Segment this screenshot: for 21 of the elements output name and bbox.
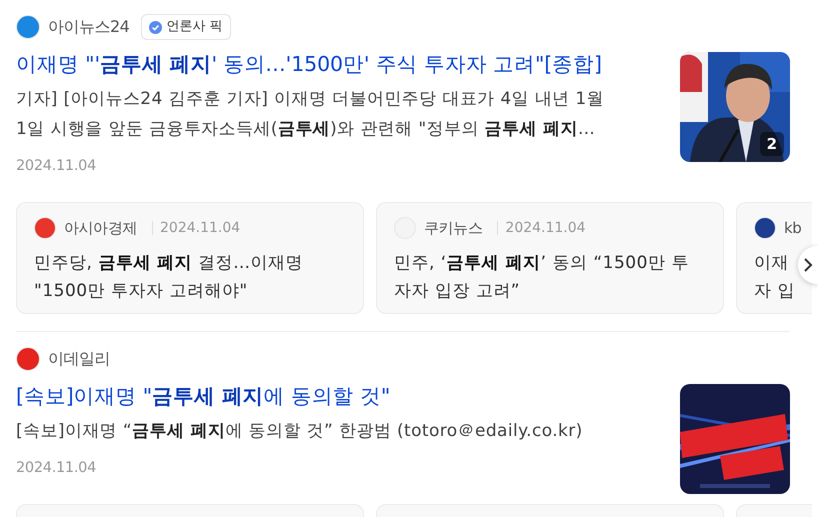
image-count: 2 xyxy=(760,132,784,156)
card-headline: 민주당, 금투세 폐지 결정…이재명 "1500만 투자자 고려해야" xyxy=(34,252,304,304)
press-pick-badge: 언론사 픽 xyxy=(141,14,230,40)
source-name[interactable]: 아이뉴스24 xyxy=(48,15,130,39)
headline-link[interactable]: 이재명 "'금투세 폐지' 동의…'1500만' 주식 투자자 고려"[종합] xyxy=(16,50,664,78)
related-article-card[interactable]: 쿠키뉴스 2024.11.04 민주, ‘금투세 폐지’ 동의 “1500만 투 자자 입장 고려” xyxy=(376,202,724,314)
article-date: 2024.11.04 xyxy=(16,157,98,176)
article-summary: 기자] [아이뉴스24 김주훈 기자] 이재명 더불어민주당 대표가 4일 내년 1월 1일 시행을 앞둔 금융투자소득세(금투세)와 관련해 "정부의 금투세 폐지… xyxy=(16,88,605,141)
source-name[interactable]: 이데일리 xyxy=(48,346,110,371)
source-name: 아시아경제 xyxy=(64,218,138,239)
headline-link[interactable]: [속보]이재명 "금투세 폐지에 동의할 것" xyxy=(16,382,664,410)
article-date: 2024.11.04 xyxy=(16,458,98,478)
source-name: 쿠키뉴스 xyxy=(424,218,482,239)
article-summary: [속보]이재명 “금투세 폐지에 동의할 것” 한광범 (totoro＠edaily.co.kr) xyxy=(16,420,584,443)
article-date: 2024.11.04 xyxy=(497,221,586,235)
article-date: 2024.11.04 xyxy=(152,221,240,235)
related-article-card[interactable]: kb 이재 자 입 xyxy=(736,202,812,314)
source-name: kb xyxy=(784,218,802,239)
related-article-card[interactable]: 아시아경제 2024.11.04 민주당, 금투세 폐지 결정…이재명 "1500만 투자자 고려해야" xyxy=(16,202,364,314)
card-headline: 이재 자 입 xyxy=(754,252,795,304)
card-headline: 민주, ‘금투세 폐지’ 동의 “1500만 투 자자 입장 고려” xyxy=(394,252,690,304)
